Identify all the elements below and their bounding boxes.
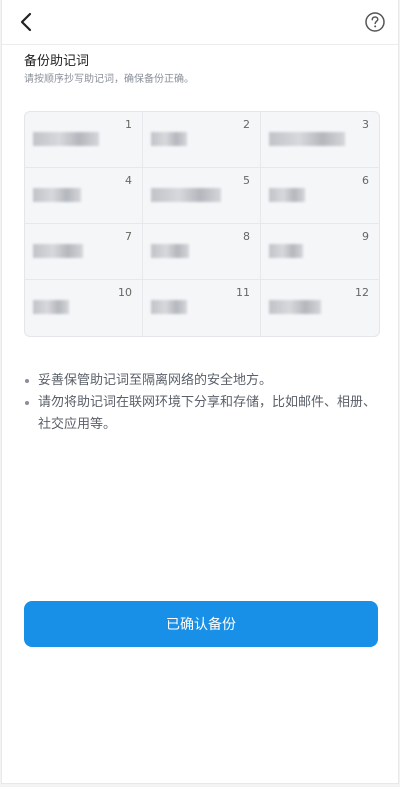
section-title: 备份助记词 bbox=[24, 54, 90, 69]
blurred-word bbox=[269, 188, 305, 202]
word-index: 4 bbox=[125, 174, 132, 187]
blurred-word bbox=[33, 188, 81, 202]
blurred-word bbox=[151, 188, 221, 202]
blurred-word bbox=[269, 300, 321, 314]
mnemonic-cell: 9 bbox=[261, 224, 379, 280]
question-circle-icon bbox=[365, 12, 385, 32]
mnemonic-cell: 1 bbox=[25, 112, 143, 168]
mnemonic-cell: 6 bbox=[261, 168, 379, 224]
word-index: 9 bbox=[362, 230, 369, 243]
word-index: 8 bbox=[243, 230, 250, 243]
blurred-word bbox=[151, 244, 189, 258]
mnemonic-cell: 3 bbox=[261, 112, 379, 168]
blurred-word bbox=[33, 244, 83, 258]
word-index: 5 bbox=[243, 174, 250, 187]
tip-item: 妥善保管助记词至隔离网络的安全地方。 bbox=[24, 370, 380, 392]
tip-text: 妥善保管助记词至隔离网络的安全地方。 bbox=[38, 373, 273, 388]
word-index: 3 bbox=[362, 118, 369, 131]
chevron-left-icon bbox=[20, 12, 32, 32]
mnemonic-cell: 4 bbox=[25, 168, 143, 224]
word-index: 1 bbox=[125, 118, 132, 131]
mnemonic-cell: 10 bbox=[25, 280, 143, 336]
word-index: 7 bbox=[125, 230, 132, 243]
blurred-word bbox=[269, 244, 303, 258]
mnemonic-cell: 8 bbox=[143, 224, 261, 280]
mnemonic-cell: 7 bbox=[25, 224, 143, 280]
confirm-backup-button[interactable]: 已确认备份 bbox=[24, 601, 378, 647]
tips-list: 妥善保管助记词至隔离网络的安全地方。 请勿将助记词在联网环境下分享和存储，比如邮… bbox=[24, 370, 380, 436]
tip-text: 请勿将助记词在联网环境下分享和存储，比如邮件、相册、社交应用等。 bbox=[38, 395, 377, 432]
mnemonic-cell: 2 bbox=[143, 112, 261, 168]
section-subtitle: 请按顺序抄写助记词，确保备份正确。 bbox=[24, 74, 194, 85]
back-button[interactable] bbox=[14, 8, 38, 36]
tip-item: 请勿将助记词在联网环境下分享和存储，比如邮件、相册、社交应用等。 bbox=[24, 392, 380, 436]
word-index: 12 bbox=[355, 286, 369, 299]
mnemonic-cell: 11 bbox=[143, 280, 261, 336]
blurred-word bbox=[269, 132, 345, 146]
blurred-word bbox=[33, 132, 99, 146]
mnemonic-grid: 1 2 3 4 5 6 7 8 9 10 11 12 bbox=[24, 111, 380, 337]
top-bar bbox=[2, 0, 398, 45]
word-index: 6 bbox=[362, 174, 369, 187]
mnemonic-cell: 12 bbox=[261, 280, 379, 336]
blurred-word bbox=[151, 132, 187, 146]
mnemonic-cell: 5 bbox=[143, 168, 261, 224]
help-button[interactable] bbox=[364, 11, 386, 33]
word-index: 2 bbox=[243, 118, 250, 131]
word-index: 11 bbox=[236, 286, 250, 299]
blurred-word bbox=[33, 300, 69, 314]
backup-mnemonic-screen: 备份助记词 请按顺序抄写助记词，确保备份正确。 1 2 3 4 5 6 7 8 … bbox=[1, 0, 399, 784]
blurred-word bbox=[151, 300, 187, 314]
word-index: 10 bbox=[118, 286, 132, 299]
